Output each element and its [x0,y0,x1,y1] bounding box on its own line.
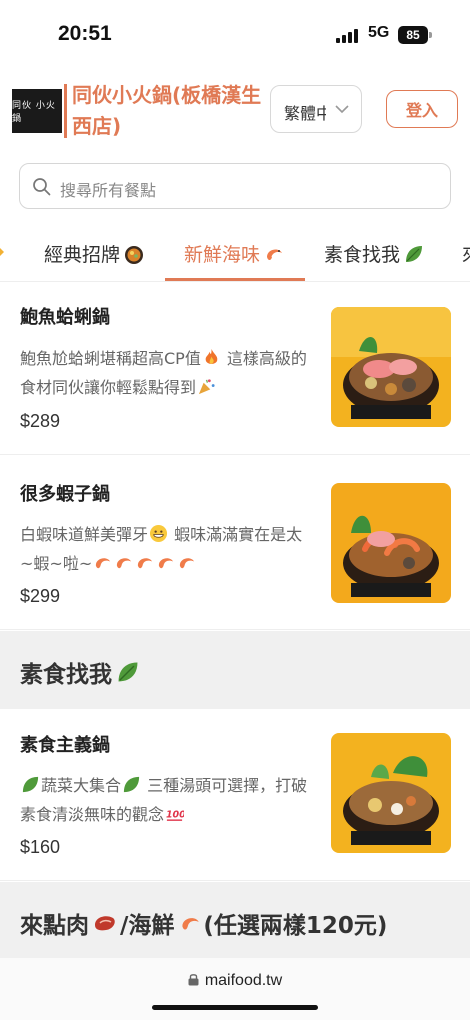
fire-icon [205,348,218,364]
home-indicator[interactable] [152,1005,318,1010]
tab-meat[interactable]: 來 [462,240,470,267]
tab-vegetarian[interactable]: 素食找我 [324,240,425,267]
previous-tab-icon[interactable] [0,242,6,262]
search-input[interactable]: 搜尋所有餐點 [19,163,451,209]
battery-icon: 85 [398,26,428,44]
active-tab-indicator [165,278,305,281]
shrimp-icon [182,918,200,930]
hotpot-icon [125,245,144,264]
item-name: 素食主義鍋 [20,735,110,756]
signal-icon [336,27,360,43]
shrimp-icon [117,558,132,569]
menu-item-abalone-clam-pot[interactable]: 鮑魚蛤蜊鍋 鮑魚尬蛤蜊堪稱超高CP值 這樣高級的食材同伙讓你輕鬆點得到 $289 [0,283,470,455]
party-popper-icon [198,379,215,395]
item-description: 鮑魚尬蛤蜊堪稱超高CP值 這樣高級的食材同伙讓你輕鬆點得到 [20,344,310,402]
search-icon [33,178,51,196]
section-header-vegetarian: 素食找我 [0,631,470,709]
browser-url-bar[interactable]: maifood.tw [0,958,470,1020]
item-description: 蔬菜大集合 三種湯頭可選擇，打破素食清淡無味的觀念 100 [20,771,310,829]
item-photo[interactable] [331,307,451,427]
section-header-meat-seafood: 來點肉 /海鮮 (任選兩樣120元) [0,882,470,958]
tab-label: 經典招牌 [44,244,121,266]
svg-text:100: 100 [166,809,184,820]
grinning-face-icon [149,524,168,543]
meat-icon [95,916,115,931]
menu-item-vegetarian-pot[interactable]: 素食主義鍋 蔬菜大集合 三種湯頭可選擇，打破素食清淡無味的觀念 100 $160 [0,709,470,881]
status-bar: 20:51 5G 85 [0,0,470,64]
leafy-green-icon [118,662,138,682]
menu-item-shrimp-pot[interactable]: 很多蝦子鍋 白蝦味道鮮美彈牙 蝦味滿滿實在是太~蝦~啦~ $299 [0,456,470,630]
language-select[interactable]: 繁體中文 [270,85,362,133]
shrimp-icon [96,558,111,569]
language-value: 繁體中文 [284,104,326,123]
network-label: 5G [368,24,390,41]
tab-label: 素食找我 [324,244,401,266]
item-price: $289 [20,411,61,431]
item-name: 很多蝦子鍋 [20,484,110,505]
item-photo[interactable] [331,483,451,603]
hotpot-photo-icon [331,483,451,603]
item-price: $299 [20,586,61,606]
header: 同伙 小火鍋 同伙小火鍋(板橋漢生西店) 繁體中文 登入 [0,64,470,154]
section-title-text: (任選兩樣120元) [203,913,388,939]
item-desc-part: 蔬菜大集合 [41,776,122,795]
status-time: 20:51 [58,22,112,45]
tab-seafood[interactable]: 新鮮海味 [184,240,285,267]
leafy-green-icon [123,776,140,793]
url-display[interactable]: maifood.tw [0,972,470,990]
store-title: 同伙小火鍋(板橋漢生西店) [72,83,262,138]
leafy-green-icon [406,245,423,262]
hundred-points-icon: 100 [166,809,184,821]
tab-classic[interactable]: 經典招牌 [44,240,145,267]
store-logo[interactable]: 同伙 小火鍋 [12,89,62,133]
section-title: 來點肉 /海鮮 (任選兩樣120元) [20,906,387,940]
item-photo[interactable] [331,733,451,853]
tab-label: 新鮮海味 [184,244,261,266]
hotpot-photo-icon [331,307,451,427]
hotpot-photo-icon [331,733,451,853]
category-tabs: 經典招牌 新鮮海味 素食找我 來 [0,224,470,282]
search-placeholder: 搜尋所有餐點 [60,181,157,200]
item-name: 鮑魚蛤蜊鍋 [20,307,110,328]
section-title: 素食找我 [20,655,141,689]
login-button[interactable]: 登入 [386,90,458,128]
tab-label: 來 [462,240,470,267]
battery-tip [429,32,432,38]
url-text: maifood.tw [204,972,283,989]
chevron-down-icon [335,105,349,114]
section-title-text: 素食找我 [20,662,112,688]
item-desc-part: 白蝦味道鮮美彈牙 [20,525,149,544]
leafy-green-icon [22,776,39,793]
shrimp-icon [138,558,153,569]
lock-icon [188,974,199,986]
shrimp-icon [159,558,174,569]
section-title-text: 來點肉 [20,913,89,939]
section-title-text: /海鮮 [120,913,175,939]
item-desc-part: 鮑魚尬蛤蜊堪稱超高CP值 [20,349,201,368]
shrimp-icon [180,558,195,569]
item-description: 白蝦味道鮮美彈牙 蝦味滿滿實在是太~蝦~啦~ [20,520,310,578]
item-price: $160 [20,837,61,857]
title-accent-bar [64,84,67,138]
shrimp-icon [267,249,283,260]
